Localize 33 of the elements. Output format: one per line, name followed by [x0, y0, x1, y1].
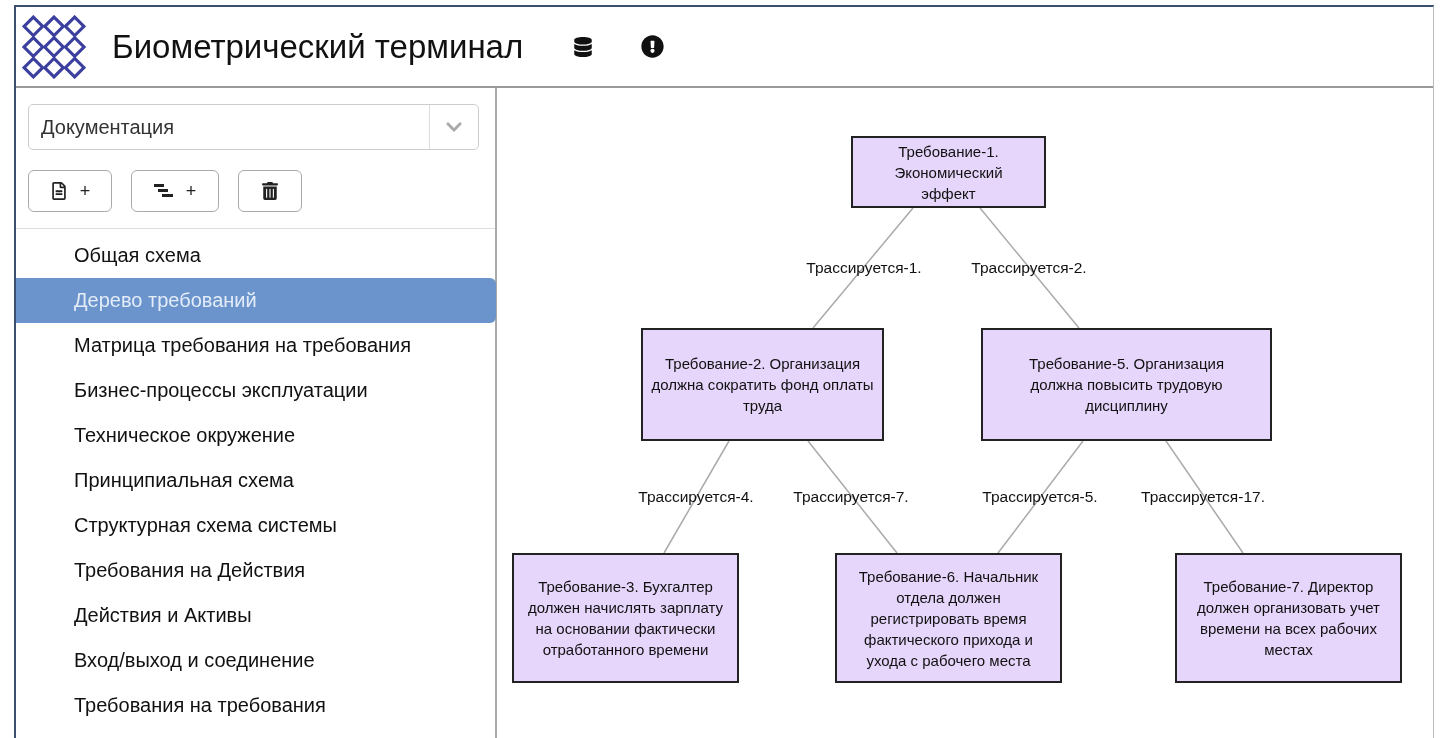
requirement-node: Требование-7. Директор должен организовать учет времени на всех рабочих местах	[1175, 553, 1402, 683]
sidebar-item[interactable]: Действия и Активы	[16, 593, 496, 638]
database-icon[interactable]	[573, 36, 594, 57]
sidebar-item[interactable]: Общая схема	[16, 233, 496, 278]
requirement-node: Требование-3. Бухгалтер должен начислять зарплату на основании фактически отработанного времени	[512, 553, 739, 683]
trash-icon	[261, 182, 279, 200]
add-button[interactable]: +	[131, 170, 219, 212]
sidebar-item[interactable]: Требования на Действия	[16, 548, 496, 593]
sidebar-item[interactable]: Техническое окружение	[16, 413, 496, 458]
link-label: Трассируется-4.	[638, 488, 754, 506]
alert-icon[interactable]	[641, 35, 665, 58]
requirement-node: Требование-6. Начальник отдела должен регистрировать время фактического прихода и ухода с рабочего места	[835, 553, 1062, 683]
link-label: Трассируется-7.	[793, 488, 909, 506]
view-dropdown[interactable]: Документация	[28, 104, 479, 150]
sidebar-item[interactable]: Вход/выход и соединение	[16, 638, 496, 683]
link-label: Трассируется-2.	[971, 259, 1087, 277]
document-icon	[49, 182, 68, 200]
link-label: Трассируется-1.	[806, 259, 922, 277]
hierarchy-icon	[153, 184, 174, 198]
sidebar-item[interactable]: Бизнес-процессы эксплуатации	[16, 368, 496, 413]
requirement-node: Требование-2. Организация должна сократить фонд оплаты труда	[641, 328, 884, 441]
link-label: Трассируется-17.	[1141, 488, 1265, 506]
sidebar-item[interactable]: Требования на требования	[16, 683, 496, 728]
link-label: Трассируется-5.	[982, 488, 1098, 506]
requirement-node: Требование-5. Организация должна повысить трудовую дисциплину	[981, 328, 1272, 441]
app-title: Биометрический терминал	[112, 27, 524, 66]
add-button[interactable]: +	[28, 170, 112, 212]
logo-icon	[22, 14, 86, 79]
sidebar-item[interactable]: Структурная схема системы	[16, 503, 496, 548]
delete-button[interactable]	[238, 170, 302, 212]
sidebar-item[interactable]: Матрица требования на требования	[16, 323, 496, 368]
requirement-node: Требование-1. Экономический эффект	[851, 136, 1046, 208]
sidebar-item[interactable]: Принципиальная схема	[16, 458, 496, 503]
